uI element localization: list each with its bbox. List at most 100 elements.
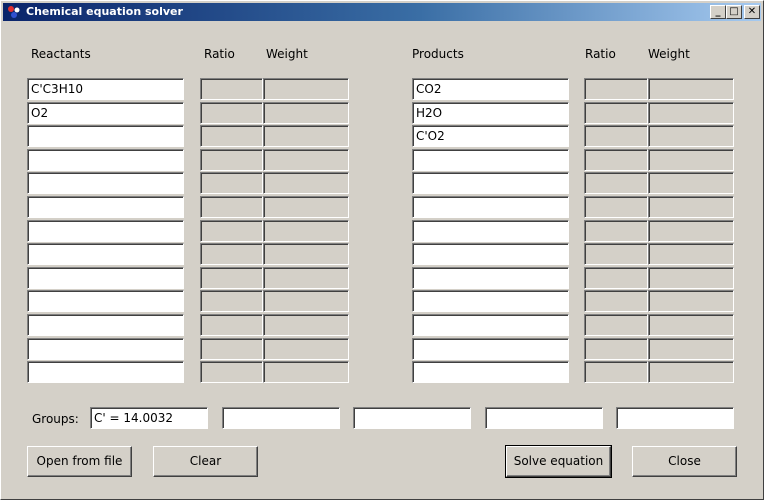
- product-field[interactable]: [412, 361, 569, 383]
- reactant-ratio-field: [200, 125, 263, 147]
- reactant-field[interactable]: [27, 338, 184, 360]
- group-field[interactable]: [616, 407, 734, 429]
- reactant-ratio-field: [200, 172, 263, 194]
- product-ratio-field: [584, 290, 648, 312]
- product-ratio-field: [584, 338, 648, 360]
- products-ratio-header: Ratio: [585, 47, 616, 61]
- close-button[interactable]: Close: [632, 446, 737, 477]
- product-field[interactable]: [412, 149, 569, 171]
- reactant-ratio-field: [200, 243, 263, 265]
- group-field[interactable]: [485, 407, 603, 429]
- product-ratio-field: [584, 220, 648, 242]
- product-weight-field: [648, 172, 734, 194]
- product-field[interactable]: H2O: [412, 102, 569, 124]
- solve-equation-button[interactable]: Solve equation: [505, 445, 612, 478]
- reactants-weight-header: Weight: [266, 47, 308, 61]
- reactant-ratio-field: [200, 149, 263, 171]
- reactant-weight-field: [263, 78, 349, 100]
- groups-label: Groups:: [32, 412, 79, 426]
- product-weight-field: [648, 290, 734, 312]
- product-weight-field: [648, 196, 734, 218]
- reactant-weight-field: [263, 361, 349, 383]
- product-weight-field: [648, 243, 734, 265]
- products-weight-header: Weight: [648, 47, 690, 61]
- reactant-field[interactable]: [27, 149, 184, 171]
- reactant-field[interactable]: [27, 125, 184, 147]
- product-weight-field: [648, 267, 734, 289]
- product-ratio-field: [584, 243, 648, 265]
- app-window: Chemical equation solver _ □ ✕ Reactants…: [0, 0, 764, 500]
- reactant-weight-field: [263, 290, 349, 312]
- reactant-weight-field: [263, 267, 349, 289]
- reactant-field[interactable]: [27, 267, 184, 289]
- reactant-field[interactable]: [27, 361, 184, 383]
- product-field[interactable]: [412, 243, 569, 265]
- product-field[interactable]: [412, 220, 569, 242]
- reactant-ratio-field: [200, 102, 263, 124]
- reactant-field[interactable]: [27, 220, 184, 242]
- product-weight-field: [648, 78, 734, 100]
- reactant-field[interactable]: C'C3H10: [27, 78, 184, 100]
- products-header: Products: [412, 47, 464, 61]
- reactant-weight-field: [263, 196, 349, 218]
- reactant-field[interactable]: O2: [27, 102, 184, 124]
- product-field[interactable]: CO2: [412, 78, 569, 100]
- window-title: Chemical equation solver: [26, 5, 183, 18]
- reactant-ratio-field: [200, 267, 263, 289]
- product-field[interactable]: [412, 196, 569, 218]
- product-ratio-field: [584, 314, 648, 336]
- minimize-button[interactable]: _: [710, 5, 726, 19]
- product-ratio-field: [584, 102, 648, 124]
- reactants-ratio-header: Ratio: [204, 47, 235, 61]
- product-ratio-field: [584, 361, 648, 383]
- product-ratio-field: [584, 78, 648, 100]
- product-field[interactable]: [412, 267, 569, 289]
- reactant-weight-field: [263, 338, 349, 360]
- reactant-ratio-field: [200, 338, 263, 360]
- reactant-weight-field: [263, 125, 349, 147]
- maximize-button[interactable]: □: [726, 5, 742, 19]
- reactant-weight-field: [263, 243, 349, 265]
- reactant-ratio-field: [200, 290, 263, 312]
- reactant-weight-field: [263, 102, 349, 124]
- group-field[interactable]: [222, 407, 340, 429]
- reactant-weight-field: [263, 220, 349, 242]
- clear-button[interactable]: Clear: [153, 446, 258, 477]
- reactant-field[interactable]: [27, 196, 184, 218]
- product-field[interactable]: [412, 338, 569, 360]
- group-field[interactable]: C' = 14.0032: [90, 407, 208, 429]
- reactant-weight-field: [263, 149, 349, 171]
- product-field[interactable]: [412, 314, 569, 336]
- close-window-button[interactable]: ✕: [744, 5, 760, 19]
- product-ratio-field: [584, 125, 648, 147]
- product-field[interactable]: C'O2: [412, 125, 569, 147]
- product-weight-field: [648, 314, 734, 336]
- reactant-ratio-field: [200, 361, 263, 383]
- reactant-weight-field: [263, 172, 349, 194]
- product-ratio-field: [584, 196, 648, 218]
- product-weight-field: [648, 361, 734, 383]
- reactant-ratio-field: [200, 314, 263, 336]
- product-field[interactable]: [412, 290, 569, 312]
- product-field[interactable]: [412, 172, 569, 194]
- reactant-ratio-field: [200, 78, 263, 100]
- title-bar[interactable]: Chemical equation solver _ □ ✕: [3, 3, 761, 21]
- reactant-ratio-field: [200, 220, 263, 242]
- product-ratio-field: [584, 149, 648, 171]
- group-field[interactable]: [353, 407, 471, 429]
- product-weight-field: [648, 149, 734, 171]
- reactant-weight-field: [263, 314, 349, 336]
- product-ratio-field: [584, 267, 648, 289]
- product-weight-field: [648, 338, 734, 360]
- product-weight-field: [648, 125, 734, 147]
- reactant-field[interactable]: [27, 314, 184, 336]
- reactant-field[interactable]: [27, 172, 184, 194]
- reactant-field[interactable]: [27, 243, 184, 265]
- reactant-ratio-field: [200, 196, 263, 218]
- reactant-field[interactable]: [27, 290, 184, 312]
- product-weight-field: [648, 102, 734, 124]
- product-weight-field: [648, 220, 734, 242]
- app-icon: [8, 6, 20, 18]
- open-from-file-button[interactable]: Open from file: [27, 446, 132, 477]
- product-ratio-field: [584, 172, 648, 194]
